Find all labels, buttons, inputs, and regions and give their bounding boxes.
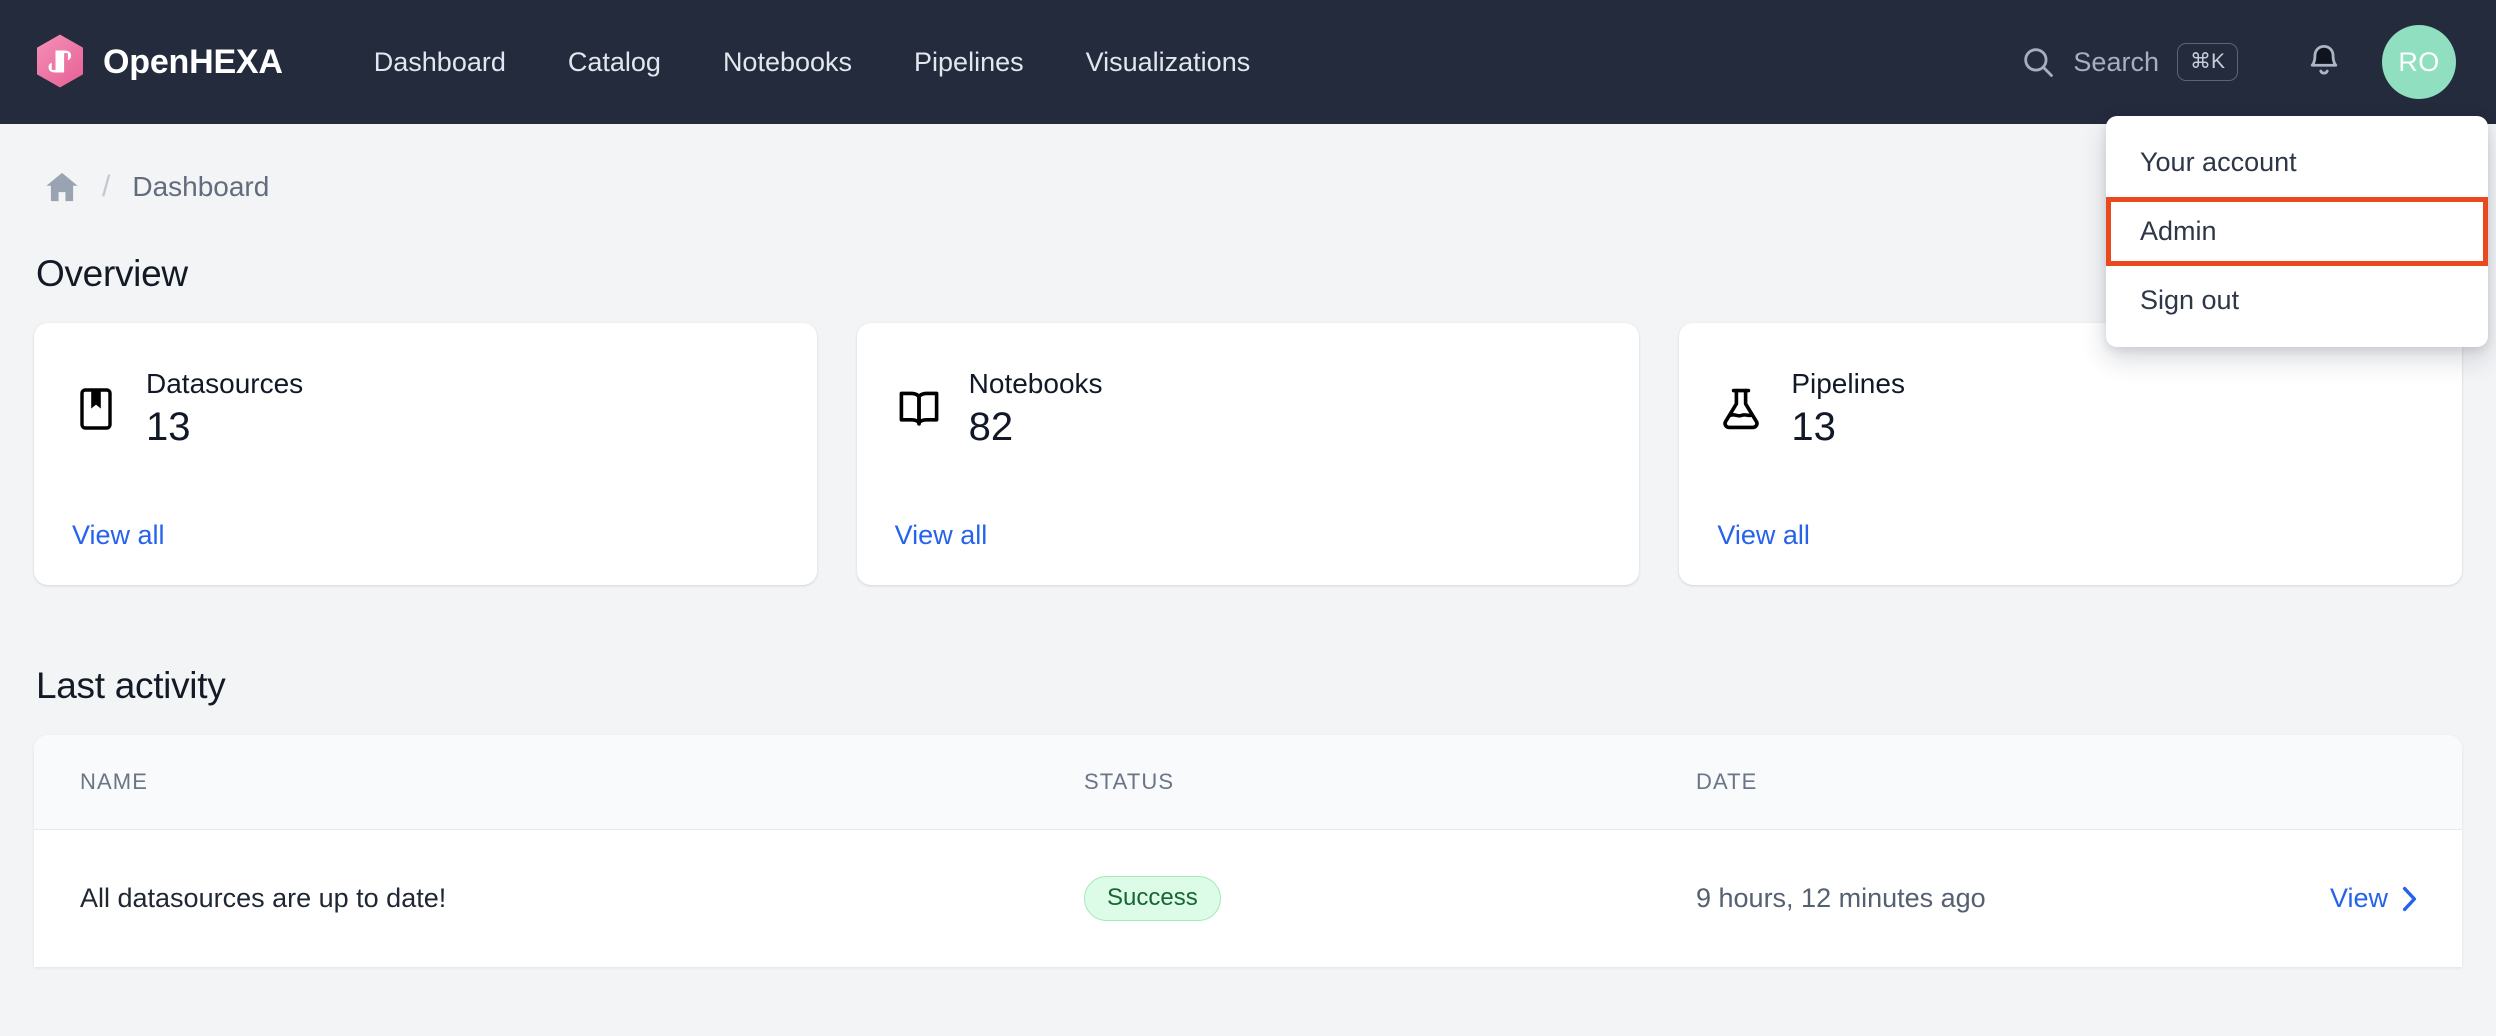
card-label: Datasources bbox=[146, 368, 304, 399]
column-header-actions bbox=[2234, 735, 2462, 830]
chevron-right-icon bbox=[2401, 886, 2418, 912]
search-placeholder: Search bbox=[2073, 46, 2159, 77]
table-row[interactable]: All datasources are up to date! Success … bbox=[34, 830, 2462, 968]
card-value: 82 bbox=[968, 405, 1014, 450]
view-row-link[interactable]: View bbox=[2330, 883, 2418, 914]
brand-name: OpenHEXA bbox=[103, 42, 283, 81]
card-pipelines[interactable]: Pipelines 13 View all bbox=[1679, 323, 2462, 585]
nav-item-visualizations[interactable]: Visualizations bbox=[1055, 35, 1282, 90]
bell-icon bbox=[2306, 43, 2342, 81]
card-meta: Notebooks 82 bbox=[969, 368, 1103, 450]
card-label: Pipelines bbox=[1791, 368, 1905, 399]
status-badge: Success bbox=[1084, 876, 1221, 921]
primary-nav: Dashboard Catalog Notebooks Pipelines Vi… bbox=[343, 35, 1281, 90]
last-activity-title: Last activity bbox=[36, 665, 226, 706]
card-meta: Datasources 13 bbox=[146, 368, 303, 450]
cell-action: View bbox=[2234, 830, 2462, 968]
nav-item-dashboard[interactable]: Dashboard bbox=[343, 35, 537, 90]
menu-item-your-account[interactable]: Your account bbox=[2106, 128, 2488, 197]
card-header: Datasources 13 bbox=[72, 368, 779, 450]
breadcrumb: / Dashboard bbox=[34, 124, 2462, 249]
overview-title: Overview bbox=[36, 253, 188, 294]
search-shortcut-badge: ⌘K bbox=[2176, 43, 2238, 81]
table-header-row: NAME STATUS DATE bbox=[34, 735, 2462, 830]
cell-name: All datasources are up to date! bbox=[80, 883, 447, 913]
last-activity-table: NAME STATUS DATE All datasources are up … bbox=[34, 735, 2462, 967]
card-meta: Pipelines 13 bbox=[1791, 368, 1905, 450]
home-icon[interactable] bbox=[44, 170, 80, 204]
nav-item-catalog[interactable]: Catalog bbox=[537, 35, 692, 90]
brand-logo-link[interactable]: OpenHEXA bbox=[34, 33, 283, 91]
column-header-date: DATE bbox=[1654, 735, 2234, 830]
open-book-icon bbox=[895, 385, 943, 433]
search-icon bbox=[2021, 45, 2055, 79]
card-header: Pipelines 13 bbox=[1717, 368, 2424, 450]
card-notebooks[interactable]: Notebooks 82 View all bbox=[856, 323, 1640, 585]
bookmark-icon bbox=[72, 385, 120, 433]
breadcrumb-separator: / bbox=[102, 169, 111, 203]
cell-date: 9 hours, 12 minutes ago bbox=[1696, 883, 1986, 913]
search-button[interactable]: Search ⌘K bbox=[2015, 39, 2244, 85]
view-label: View bbox=[2329, 883, 2388, 913]
beaker-icon bbox=[1717, 385, 1765, 433]
notifications-button[interactable] bbox=[2296, 34, 2352, 90]
overview-cards: Datasources 13 View all Notebooks 82 Vie… bbox=[34, 323, 2462, 585]
top-navigation-bar: OpenHEXA Dashboard Catalog Notebooks Pip… bbox=[0, 0, 2496, 347]
column-header-status: STATUS bbox=[1044, 735, 1654, 830]
card-header: Notebooks 82 bbox=[895, 368, 1602, 450]
nav-right-group: Search ⌘K RO bbox=[2015, 25, 2456, 99]
view-all-link[interactable]: View all bbox=[72, 520, 165, 551]
view-all-link[interactable]: View all bbox=[895, 520, 988, 551]
cell-status: Success bbox=[1044, 830, 1654, 968]
user-account-menu: Your account Admin Sign out bbox=[2106, 116, 2488, 347]
openhexa-hexagon-logo-icon bbox=[34, 33, 86, 91]
nav-item-notebooks[interactable]: Notebooks bbox=[692, 35, 883, 90]
breadcrumb-current[interactable]: Dashboard bbox=[132, 171, 269, 203]
column-header-name: NAME bbox=[34, 735, 1044, 830]
view-all-link[interactable]: View all bbox=[1717, 520, 1810, 551]
card-label: Notebooks bbox=[968, 368, 1103, 399]
avatar[interactable]: RO bbox=[2382, 25, 2456, 99]
card-value: 13 bbox=[146, 405, 191, 450]
menu-item-sign-out[interactable]: Sign out bbox=[2106, 266, 2488, 335]
menu-item-admin[interactable]: Admin bbox=[2106, 197, 2488, 266]
card-value: 13 bbox=[1791, 405, 1836, 450]
card-datasources[interactable]: Datasources 13 View all bbox=[34, 323, 817, 585]
nav-item-pipelines[interactable]: Pipelines bbox=[883, 35, 1055, 90]
